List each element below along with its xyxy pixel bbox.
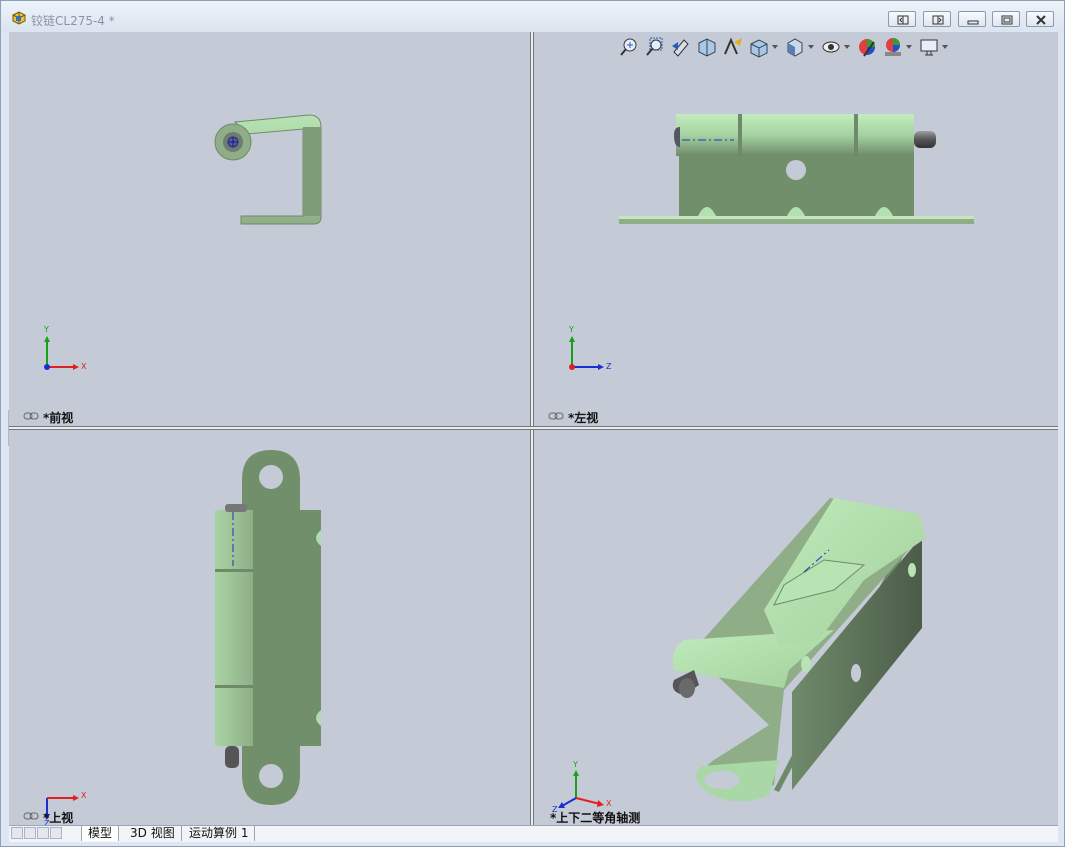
front-axis-h-label: X: [81, 362, 87, 371]
link-view-icon[interactable]: [23, 411, 39, 421]
close-button[interactable]: [1026, 11, 1054, 27]
left-axis-v-label: Y: [568, 325, 574, 334]
heads-up-view-toolbar: [618, 36, 978, 60]
isometric-view-triad: Y X Z: [552, 760, 612, 814]
view-orientation-icon[interactable]: [748, 36, 770, 58]
display-style-icon[interactable]: [784, 36, 806, 58]
close-icon: [1036, 15, 1046, 25]
solidworks-part-icon: [12, 11, 26, 25]
maximize-button[interactable]: [992, 11, 1020, 27]
tile-right-button[interactable]: [923, 11, 951, 27]
top-view-model: [215, 450, 321, 805]
link-view-icon[interactable]: [23, 811, 39, 821]
front-view-triad: Y X: [43, 325, 87, 371]
display-style-dropdown-icon[interactable]: [808, 45, 814, 49]
view-settings-dropdown-icon[interactable]: [942, 45, 948, 49]
zoom-area-icon[interactable]: [644, 36, 666, 58]
first-tab-button[interactable]: [11, 827, 23, 839]
horizontal-viewport-splitter[interactable]: [9, 426, 1058, 430]
hide-show-dropdown-icon[interactable]: [844, 45, 850, 49]
maximize-icon: [1001, 15, 1013, 25]
next-tab-button[interactable]: [37, 827, 49, 839]
dynamic-annotation-icon[interactable]: [722, 36, 744, 58]
isometric-view-label: *上下二等角轴测: [550, 811, 641, 825]
minimize-icon: [967, 20, 979, 25]
left-axis-h-label: Z: [606, 362, 612, 371]
front-view-label: *前视: [43, 411, 74, 425]
link-view-icon[interactable]: [548, 411, 564, 421]
apply-scene-icon[interactable]: [882, 36, 904, 58]
tab-3d-views[interactable]: 3D 视图: [124, 826, 182, 841]
previous-view-icon[interactable]: [670, 36, 692, 58]
tile-left-icon: [897, 15, 909, 25]
iso-axis-h-label: X: [606, 799, 612, 808]
tab-model[interactable]: 模型: [81, 826, 120, 841]
document-window: 铰链CL275-4 * Y X *前视 Y Z *左视 X Z *上视 Y X …: [0, 0, 1065, 847]
top-axis-h-label: X: [81, 791, 87, 800]
iso-axis-v-label: Y: [572, 760, 578, 769]
view-settings-icon[interactable]: [918, 36, 940, 58]
view-orientation-dropdown-icon[interactable]: [772, 45, 778, 49]
viewport-front[interactable]: Y X *前视: [9, 32, 530, 426]
bottom-tab-bar: 模型 3D 视图 运动算例 1: [9, 825, 1058, 842]
left-view-triad: Y Z: [568, 325, 612, 371]
edit-appearance-icon[interactable]: [856, 36, 878, 58]
window-title: 铰链CL275-4 *: [31, 14, 115, 28]
front-axis-v-label: Y: [43, 325, 49, 334]
top-view-label: *上视: [43, 811, 74, 825]
title-bar[interactable]: 铰链CL275-4 *: [1, 1, 1064, 31]
apply-scene-dropdown-icon[interactable]: [906, 45, 912, 49]
last-tab-button[interactable]: [50, 827, 62, 839]
prev-tab-button[interactable]: [24, 827, 36, 839]
graphics-area[interactable]: Y X *前视 Y Z *左视 X Z *上视 Y X Z *上下二等角轴测: [9, 32, 1058, 825]
minimize-button[interactable]: [958, 11, 986, 27]
tab-motion-study-1[interactable]: 运动算例 1: [183, 826, 256, 841]
tile-left-button[interactable]: [888, 11, 916, 27]
left-view-label: *左视: [568, 411, 599, 425]
tile-right-icon: [932, 15, 944, 25]
hide-show-icon[interactable]: [820, 36, 842, 58]
zoom-to-fit-icon[interactable]: [618, 36, 640, 58]
section-view-icon[interactable]: [696, 36, 718, 58]
viewport-trimetric[interactable]: Y X Z *上下二等角轴测: [534, 430, 1058, 825]
viewport-left[interactable]: Y Z *左视: [534, 32, 1058, 426]
viewport-top[interactable]: X Z *上视: [9, 430, 530, 825]
